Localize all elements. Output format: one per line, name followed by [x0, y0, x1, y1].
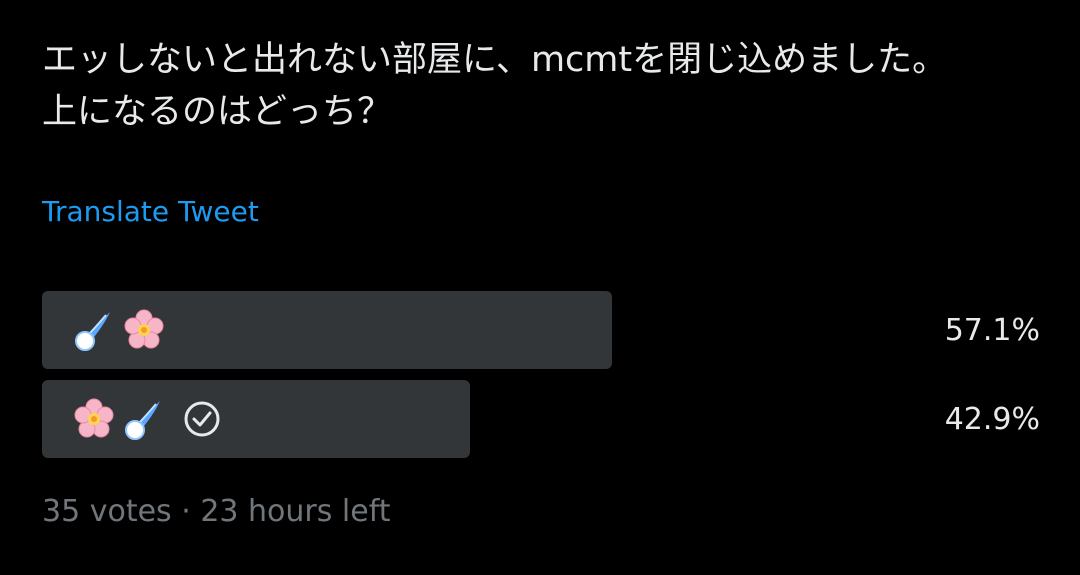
comet-icon: [72, 308, 116, 352]
poll-option-label: [72, 380, 224, 458]
poll-option-label: [72, 291, 166, 369]
poll-option-percent: 57.1%: [944, 312, 1040, 348]
cherry-blossom-icon: [122, 308, 166, 352]
poll-time-left: 23 hours left: [200, 494, 391, 529]
translate-tweet-link[interactable]: Translate Tweet: [42, 192, 259, 232]
poll-option-2[interactable]: 42.9%: [42, 380, 1040, 458]
check-circle-icon: [180, 397, 224, 441]
poll-option-percent: 42.9%: [944, 401, 1040, 437]
comet-icon: [122, 397, 166, 441]
poll-footer: 35 votes · 23 hours left: [42, 490, 391, 534]
poll-votes: 35 votes: [42, 494, 172, 529]
tweet-text: エッしないと出れない部屋に、mcmtを閉じ込めました。 上になるのはどっち？: [42, 40, 948, 132]
cherry-blossom-icon: [72, 397, 116, 441]
footer-separator: ·: [181, 494, 191, 529]
poll-option-1[interactable]: 57.1%: [42, 291, 1040, 369]
